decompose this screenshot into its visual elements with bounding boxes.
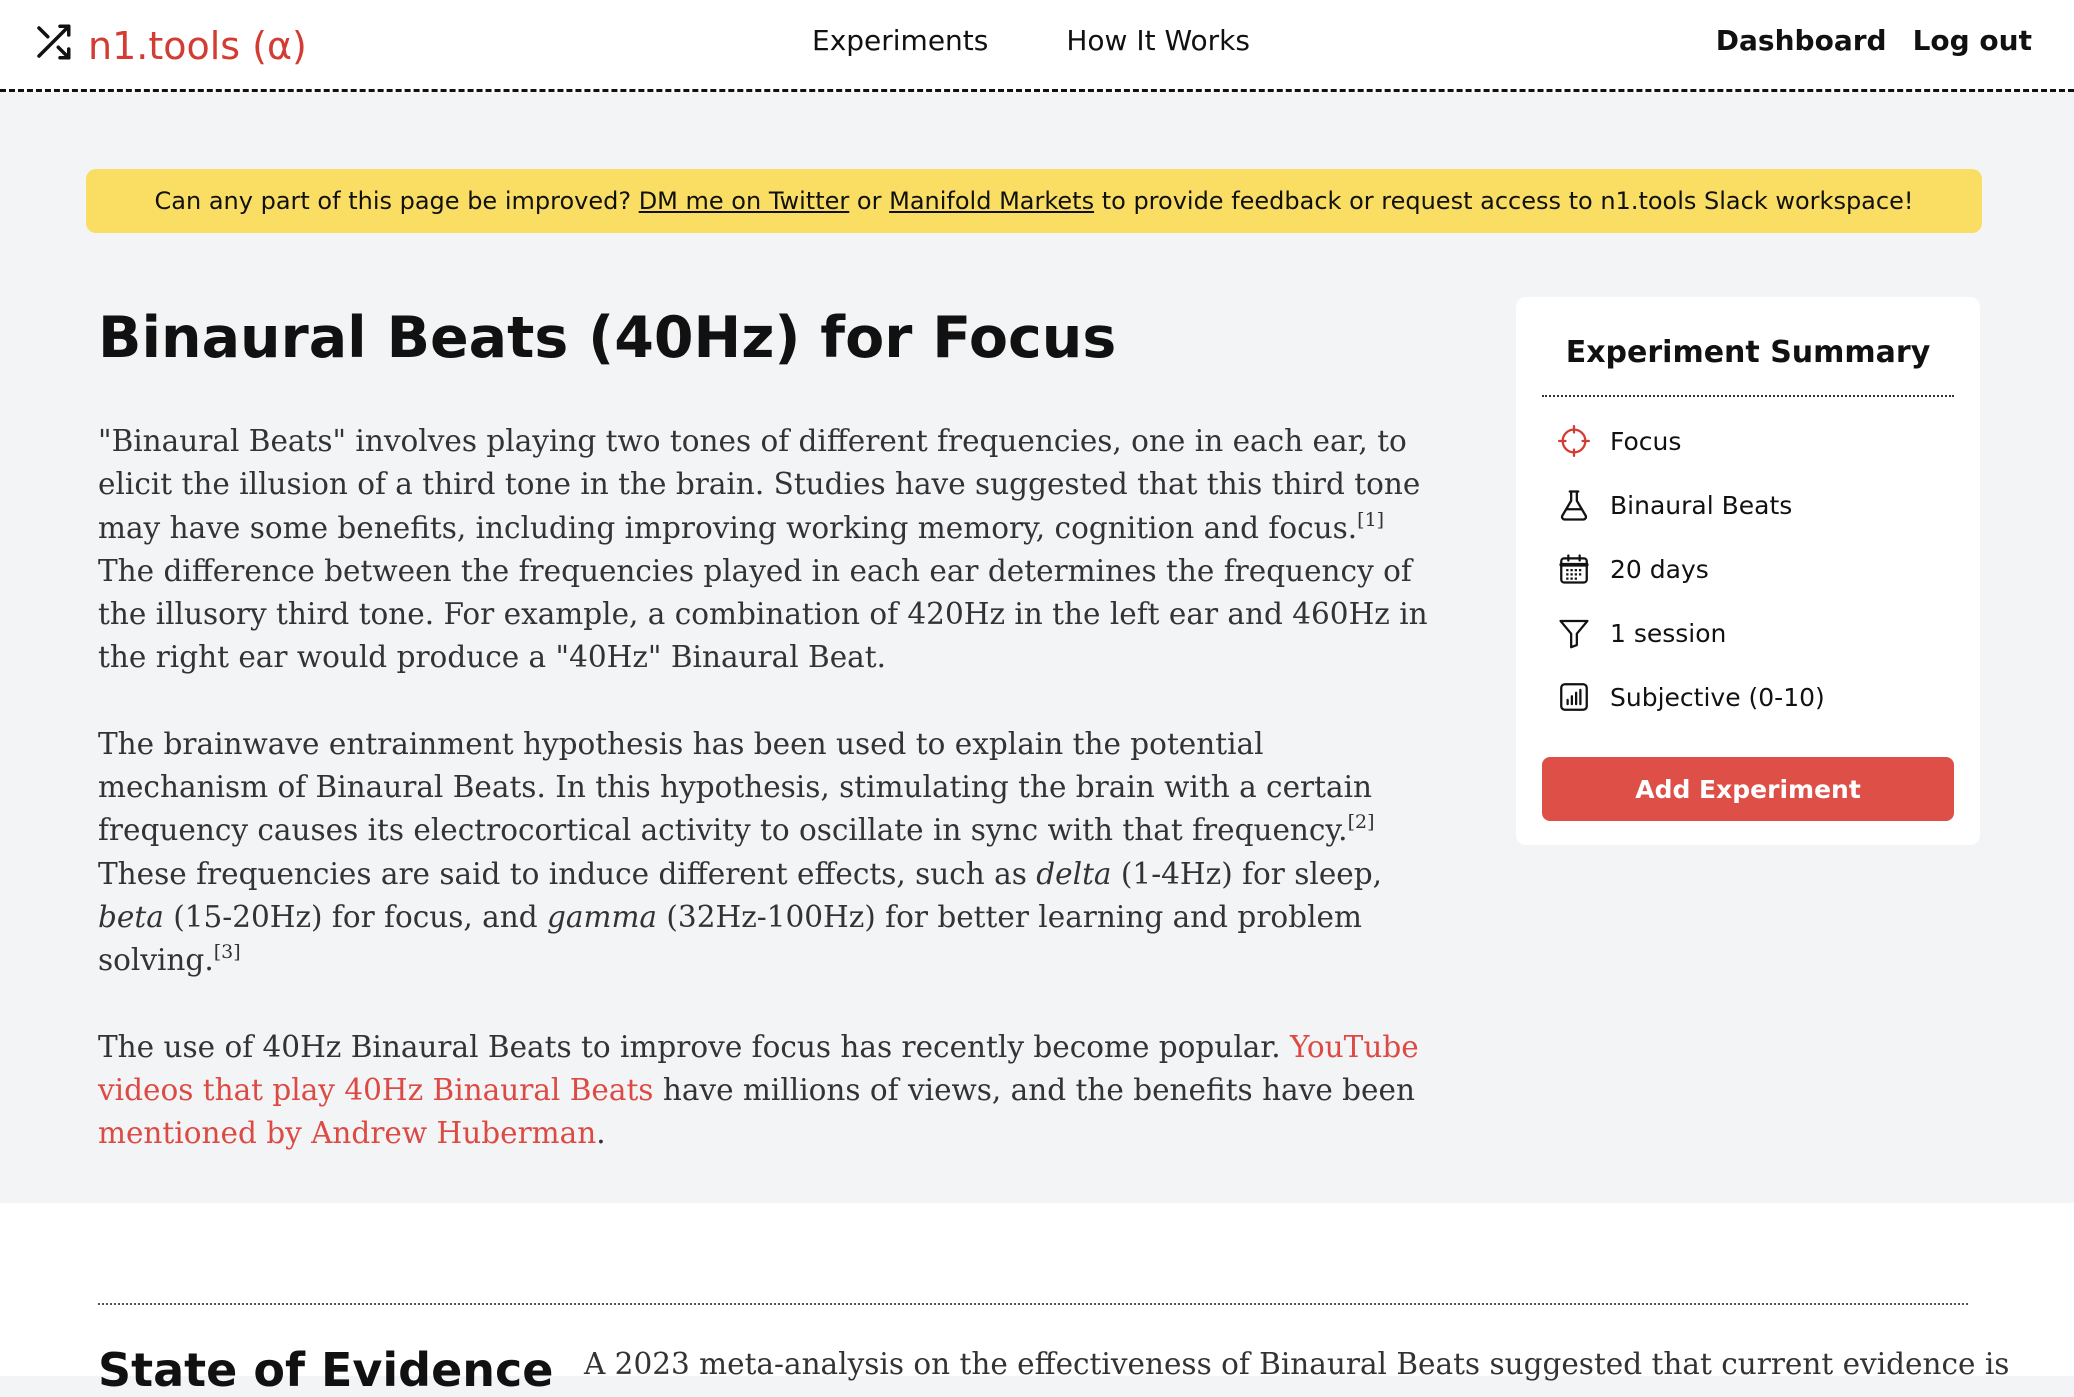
feedback-banner: Can any part of this page be improved? D…	[86, 169, 1982, 233]
reference-3[interactable]: [3]	[214, 941, 241, 963]
p1-text-b: The difference between the frequencies p…	[98, 553, 1428, 675]
account-nav: Dashboard Log out	[1716, 24, 2032, 57]
summary-sessions-label: 1 session	[1610, 618, 1727, 648]
evidence-heading: State of Evidence	[98, 1343, 554, 1397]
summary-goal-label: Focus	[1610, 426, 1682, 456]
banner-prefix: Can any part of this page be improved?	[154, 187, 632, 215]
p3-text-b: have millions of views, and the benefits…	[662, 1072, 1415, 1107]
term-delta: delta	[1036, 856, 1112, 891]
nav-experiments[interactable]: Experiments	[812, 24, 988, 57]
summary-intervention-label: Binaural Beats	[1610, 490, 1793, 520]
summary-row-measure: Subjective (0-10)	[1556, 677, 1936, 717]
paragraph-1: "Binaural Beats" involves playing two to…	[98, 420, 1428, 680]
summary-divider	[1542, 395, 1954, 397]
logo-link[interactable]: n1.tools (α)	[32, 22, 307, 70]
evidence-divider	[98, 1303, 1968, 1305]
banner-suffix: to provide feedback or request access to…	[1101, 187, 1914, 215]
flask-icon	[1556, 487, 1592, 523]
p2-text-a: The brainwave entrainment hypothesis has…	[98, 726, 1373, 848]
paragraph-3: The use of 40Hz Binaural Beats to improv…	[98, 1026, 1428, 1156]
calendar-icon	[1556, 551, 1592, 587]
summary-measure-label: Subjective (0-10)	[1610, 682, 1825, 712]
term-beta: beta	[98, 899, 164, 934]
summary-row-intervention: Binaural Beats	[1556, 485, 1936, 525]
paragraph-2: The brainwave entrainment hypothesis has…	[98, 723, 1428, 983]
summary-duration-label: 20 days	[1610, 554, 1709, 584]
logo-text: n1.tools (α)	[88, 24, 307, 68]
funnel-icon	[1556, 615, 1592, 651]
manifold-link[interactable]: Manifold Markets	[889, 187, 1094, 215]
evidence-section: State of Evidence A 2023 meta-analysis o…	[0, 1203, 2074, 1397]
p2-text-d: (15-20Hz) for focus, and	[173, 899, 538, 934]
p3-text-c: .	[596, 1116, 606, 1151]
summary-title: Experiment Summary	[1565, 335, 1931, 370]
huberman-link[interactable]: mentioned by Andrew Huberman	[98, 1116, 596, 1150]
summary-row-sessions: 1 session	[1556, 613, 1936, 653]
article-body: "Binaural Beats" involves playing two to…	[98, 420, 1428, 1198]
nav-dashboard[interactable]: Dashboard	[1716, 24, 1887, 57]
summary-row-duration: 20 days	[1556, 549, 1936, 589]
term-gamma: gamma	[547, 899, 658, 934]
page-title: Binaural Beats (40Hz) for Focus	[98, 305, 1117, 371]
twitter-link[interactable]: DM me on Twitter	[639, 187, 850, 215]
p2-text-b: These frequencies are said to induce dif…	[98, 856, 1027, 891]
top-navbar: n1.tools (α) Experiments How It Works Da…	[0, 0, 2074, 92]
shuffle-icon	[32, 21, 74, 72]
p1-text-a: "Binaural Beats" involves playing two to…	[98, 424, 1421, 545]
p2-text-c: (1-4Hz) for sleep,	[1120, 856, 1382, 891]
banner-middle: or	[856, 187, 882, 215]
crosshair-icon	[1556, 423, 1592, 459]
nav-logout[interactable]: Log out	[1913, 24, 2032, 57]
reference-1[interactable]: [1]	[1357, 509, 1384, 531]
summary-row-goal: Focus	[1556, 421, 1936, 461]
experiment-summary-card: Experiment Summary Focus Binaural Beats	[1516, 297, 1980, 845]
p3-text-a: The use of 40Hz Binaural Beats to improv…	[98, 1029, 1281, 1064]
bar-chart-icon	[1556, 679, 1592, 715]
main-nav: Experiments How It Works	[812, 24, 1250, 57]
nav-how-it-works[interactable]: How It Works	[1066, 24, 1250, 57]
reference-2[interactable]: [2]	[1348, 811, 1375, 833]
add-experiment-button[interactable]: Add Experiment	[1542, 757, 1954, 821]
